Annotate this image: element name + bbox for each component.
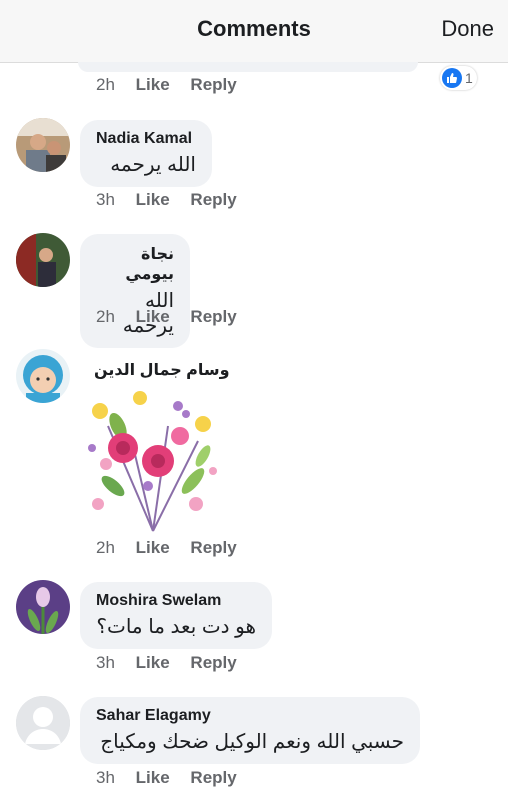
comment-text: هو دت بعد ما مات؟ [96,616,256,638]
comment-bubble: Sahar Elagamy حسبي الله ونعم الوكيل ضحك … [80,697,420,764]
like-button[interactable]: Like [136,768,170,787]
like-button[interactable]: Like [136,538,170,557]
comment-actions: 2h Like Reply [96,75,253,99]
avatar[interactable] [16,233,70,287]
comment-time: 3h [96,768,115,787]
comment-bubble: Nadia Kamal الله يرحمه [80,120,212,187]
reaction-count-badge[interactable]: 1 [440,66,477,90]
reply-button[interactable]: Reply [190,653,236,672]
like-button[interactable]: Like [136,190,170,209]
comment-text: حسبي الله ونعم الوكيل ضحك ومكياج [100,731,404,753]
commenter-name[interactable]: نجاة بيومي [96,244,174,284]
comment-actions: 3h Like Reply [96,653,253,677]
reply-button[interactable]: Reply [190,307,236,326]
avatar[interactable] [16,696,70,750]
reply-button[interactable]: Reply [190,768,236,787]
comment-text: الله يرحمه [110,154,196,176]
comment-actions: 2h Like Reply [96,538,253,562]
comment-actions: 3h Like Reply [96,768,253,792]
reply-button[interactable]: Reply [190,75,236,94]
thumbs-up-icon [442,68,462,88]
previous-comment-bubble [78,62,418,72]
like-button[interactable]: Like [136,307,170,326]
avatar[interactable] [16,118,70,172]
flower-bouquet-sticker [78,386,228,536]
reply-button[interactable]: Reply [190,538,236,557]
page-title: Comments [197,16,311,41]
comment-time: 2h [96,75,115,94]
header-bar: Comments Done [0,0,508,63]
like-button[interactable]: Like [136,75,170,94]
comment-time: 3h [96,190,115,209]
avatar[interactable] [16,580,70,634]
reaction-count: 1 [465,70,473,86]
commenter-name[interactable]: Moshira Swelam [96,592,256,610]
comment-time: 2h [96,538,115,557]
comment-actions: 2h Like Reply [96,307,253,331]
like-button[interactable]: Like [136,653,170,672]
done-button[interactable]: Done [441,16,494,42]
comment-actions: 3h Like Reply [96,190,253,214]
commenter-name[interactable]: Sahar Elagamy [96,707,404,725]
comment-time: 3h [96,653,115,672]
commenter-name[interactable]: وسام جمال الدين [94,360,230,380]
reply-button[interactable]: Reply [190,190,236,209]
comment-time: 2h [96,307,115,326]
comment-bubble: Moshira Swelam هو دت بعد ما مات؟ [80,582,272,649]
commenter-name[interactable]: Nadia Kamal [96,130,196,148]
default-avatar-icon [16,696,70,750]
avatar[interactable] [16,349,70,403]
